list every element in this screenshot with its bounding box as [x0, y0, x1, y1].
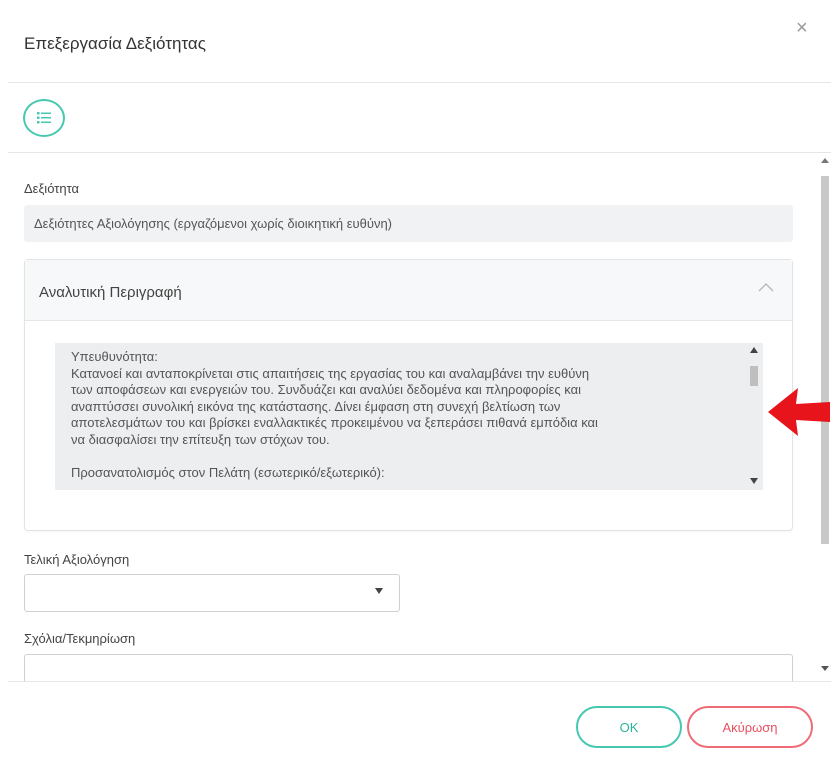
description-text: Υπευθυνότητα: Κατανοεί και ανταποκρίνετα… [71, 349, 598, 480]
form-scroll-area: Δεξιότητα Δεξιότητες Αξιολόγησης (εργαζό… [8, 154, 818, 681]
comments-textarea[interactable] [24, 654, 793, 681]
close-icon[interactable]: × [796, 18, 808, 38]
description-textarea[interactable]: Υπευθυνότητα: Κατανοεί και ανταποκρίνετα… [55, 343, 763, 490]
description-panel-header[interactable]: Αναλυτική Περιγραφή [25, 260, 792, 321]
list-icon [37, 112, 51, 124]
scrollbar-thumb[interactable] [821, 176, 829, 544]
caret-down-icon [375, 588, 383, 594]
ok-button[interactable]: OK [576, 706, 682, 748]
final-rating-label: Τελική Αξιολόγηση [24, 552, 130, 567]
description-scrollbar[interactable] [745, 343, 763, 490]
skill-label: Δεξιότητα [24, 181, 80, 196]
final-rating-select[interactable] [24, 574, 400, 612]
red-arrow-icon [768, 388, 830, 436]
header-divider [8, 82, 831, 83]
comments-label: Σχόλια/Τεκμηρίωση [24, 631, 136, 646]
list-toggle-button[interactable] [23, 99, 65, 137]
panel-title: Αναλυτική Περιγραφή [39, 284, 182, 301]
toolbar-divider [8, 152, 831, 153]
dialog-title: Επεξεργασία Δεξιότητας [24, 34, 206, 53]
skill-value-field: Δεξιότητες Αξιολόγησης (εργαζόμενοι χωρί… [24, 205, 793, 242]
description-panel: Αναλυτική Περιγραφή Υπευθυνότητα: Κατανο… [24, 259, 793, 531]
chevron-up-icon[interactable] [758, 282, 774, 292]
footer-divider [8, 681, 831, 682]
cancel-button[interactable]: Ακύρωση [687, 706, 813, 748]
edit-skill-dialog: Επεξεργασία Δεξιότητας × Δεξιότητα Δεξιό… [0, 0, 831, 771]
